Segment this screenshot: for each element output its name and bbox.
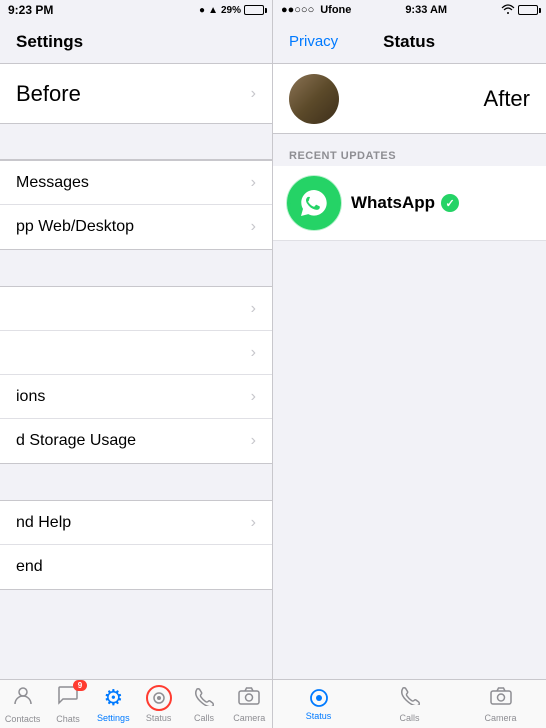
help-label: nd Help <box>16 514 71 532</box>
tab-camera-left[interactable]: Camera <box>227 685 272 723</box>
after-label: After <box>484 86 530 112</box>
right-status-icons <box>501 4 538 17</box>
end-label: end <box>16 558 43 576</box>
help-chevron-icon: › <box>251 514 256 532</box>
messages-chevron-icon: › <box>251 174 256 192</box>
battery-bar-left <box>244 5 264 15</box>
right-content: After RECENT UPDATES WhatsApp ✓ <box>273 64 546 679</box>
status-bar-right: ●●○○○ Ufone 9:33 AM <box>273 0 546 20</box>
before-chevron-icon: › <box>251 85 256 103</box>
status-bar-left: 9:23 PM ● ▲ 29% <box>0 0 272 20</box>
chats-badge: 9 <box>73 680 87 691</box>
nav-bar-right: Privacy Status <box>273 20 546 64</box>
list-item-chevron-2[interactable]: › <box>0 331 272 375</box>
chats-icon: 9 <box>57 684 79 712</box>
signal-icon: ● <box>199 5 205 16</box>
settings-title: Settings <box>16 32 83 52</box>
after-avatar <box>289 74 339 124</box>
tab-bar-right: Status Calls Camera <box>273 679 546 728</box>
section-gap-1 <box>0 250 272 286</box>
time-left: 9:23 PM <box>8 3 53 17</box>
left-panel: 9:23 PM ● ▲ 29% Settings Before › Messag… <box>0 0 273 728</box>
web-chevron-icon: › <box>251 218 256 236</box>
tab-chats[interactable]: 9 Chats <box>45 684 90 724</box>
status-right-icon <box>308 687 330 709</box>
storage-label: d Storage Usage <box>16 432 136 450</box>
list-item-end[interactable]: end <box>0 545 272 589</box>
check-icon: ✓ <box>445 197 454 210</box>
list-section-mid: › › ions › d Storage Usage › <box>0 286 272 464</box>
chats-tab-label: Chats <box>56 714 80 724</box>
tab-settings[interactable]: ⚙ Settings <box>91 685 136 723</box>
signal-dots-icon: ●●○○○ <box>281 4 314 16</box>
whatsapp-ring <box>287 176 341 230</box>
recent-updates-header: RECENT UPDATES <box>273 142 546 166</box>
status-icons-left: ● ▲ 29% <box>199 5 264 16</box>
tab-contacts[interactable]: Contacts <box>0 684 45 724</box>
list-section-top: Messages › pp Web/Desktop › <box>0 160 272 250</box>
settings-tab-label: Settings <box>97 713 130 723</box>
ions-label: ions <box>16 388 45 406</box>
tab-calls-left[interactable]: Calls <box>181 686 226 723</box>
section-gap-2 <box>0 464 272 500</box>
camera-right-tab-label: Camera <box>484 713 516 723</box>
settings-icon: ⚙ <box>103 685 123 711</box>
chevron-1-icon: › <box>251 300 256 318</box>
carrier-label: Ufone <box>320 4 351 16</box>
tab-camera-right[interactable]: Camera <box>455 685 546 723</box>
separator-1 <box>0 124 272 160</box>
whatsapp-icon-wrapper <box>289 178 339 228</box>
list-item-storage[interactable]: d Storage Usage › <box>0 419 272 463</box>
back-button[interactable]: Privacy <box>289 33 338 50</box>
signal-right: ●●○○○ Ufone <box>281 4 351 16</box>
camera-left-icon <box>238 685 260 711</box>
whatsapp-update-item[interactable]: WhatsApp ✓ <box>273 166 546 241</box>
before-row[interactable]: Before › <box>0 64 272 124</box>
contacts-icon <box>12 684 34 712</box>
whatsapp-name-row: WhatsApp ✓ <box>351 193 459 213</box>
list-item-chevron-1[interactable]: › <box>0 287 272 331</box>
battery-left: 29% <box>221 5 241 16</box>
calls-left-tab-label: Calls <box>194 713 214 723</box>
list-item-messages[interactable]: Messages › <box>0 161 272 205</box>
list-section-bottom: nd Help › end <box>0 500 272 590</box>
tab-calls-right[interactable]: Calls <box>364 685 455 723</box>
battery-bar-right <box>518 5 538 15</box>
time-right: 9:33 AM <box>405 4 447 16</box>
after-row: After <box>273 64 546 134</box>
list-item-help[interactable]: nd Help › <box>0 501 272 545</box>
nav-bar-left: Settings <box>0 20 272 64</box>
contacts-tab-label: Contacts <box>5 714 41 724</box>
location-icon: ▲ <box>208 5 218 16</box>
calls-left-icon <box>194 686 214 711</box>
wifi-right-icon <box>501 4 515 17</box>
list-item-ions[interactable]: ions › <box>0 375 272 419</box>
whatsapp-name: WhatsApp <box>351 193 435 213</box>
ions-chevron-icon: › <box>251 388 256 406</box>
messages-label: Messages <box>16 174 89 192</box>
list-item-web[interactable]: pp Web/Desktop › <box>0 205 272 249</box>
left-content: Before › Messages › pp Web/Desktop › › › <box>0 64 272 679</box>
status-left-icon <box>146 685 172 711</box>
chevron-2-icon: › <box>251 344 256 362</box>
calls-right-tab-label: Calls <box>399 713 419 723</box>
calls-right-icon <box>400 685 420 711</box>
tab-status-left[interactable]: Status <box>136 685 181 723</box>
status-right-tab-label: Status <box>306 711 332 721</box>
camera-right-icon <box>490 685 512 711</box>
tab-bar-left: Contacts 9 Chats ⚙ Settings <box>0 679 272 728</box>
tab-status-right[interactable]: Status <box>273 687 364 721</box>
right-panel: ●●○○○ Ufone 9:33 AM Privacy Status <box>273 0 546 728</box>
status-page-title: Status <box>383 32 435 52</box>
status-left-tab-label: Status <box>146 713 172 723</box>
storage-chevron-icon: › <box>251 432 256 450</box>
before-label: Before <box>16 81 81 107</box>
verified-badge-icon: ✓ <box>441 194 459 212</box>
camera-left-tab-label: Camera <box>233 713 265 723</box>
web-label: pp Web/Desktop <box>16 218 134 236</box>
